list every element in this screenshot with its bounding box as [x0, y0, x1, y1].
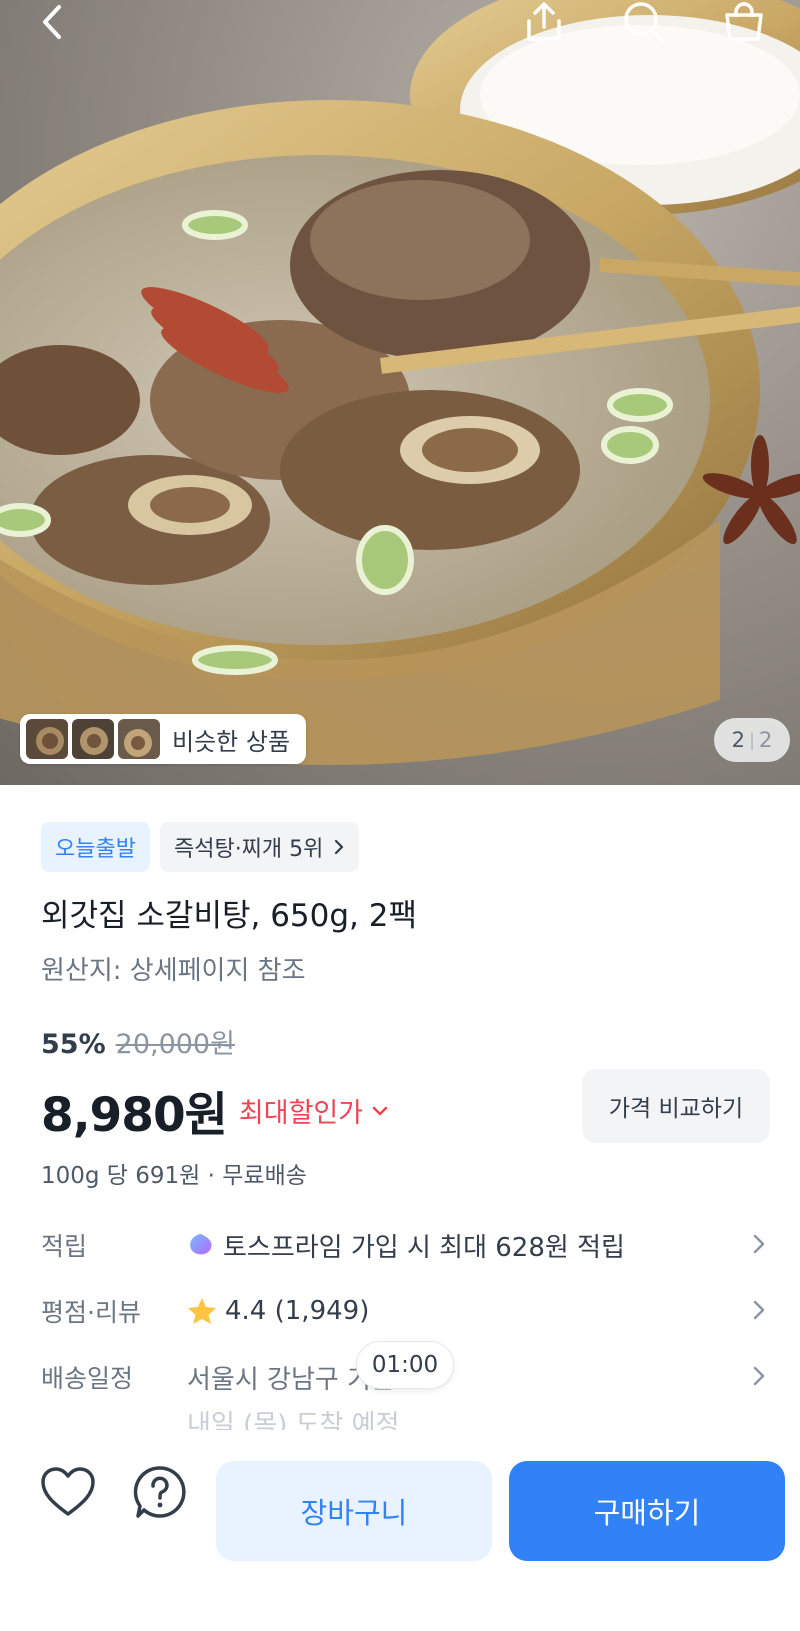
sale-price: 8,980원: [41, 1088, 228, 1143]
product-image-carousel[interactable]: 비슷한 상품 2 | 2: [0, 0, 800, 785]
page-indicator: 2 | 2: [714, 718, 790, 762]
category-ranking-link[interactable]: 즉석탕·찌개 5위: [159, 822, 360, 872]
chevron-right-icon: [753, 1366, 765, 1386]
max-discount-toggle[interactable]: 최대할인가: [239, 1091, 389, 1130]
similar-product-thumbnail: [118, 719, 160, 759]
rating-label: 평점·리뷰: [41, 1298, 141, 1327]
today-shipping-badge: 오늘출발: [41, 822, 150, 872]
price-row: 8,980원 최대할인가: [41, 1076, 389, 1145]
heart-icon[interactable]: [36, 1460, 100, 1524]
search-icon[interactable]: [616, 0, 672, 44]
share-icon[interactable]: [516, 0, 572, 44]
price-compare-button[interactable]: 가격 비교하기: [582, 1069, 770, 1143]
product-title: 외갓집 소갈비탕, 650g, 2팩: [41, 898, 417, 934]
page-total: 2: [759, 728, 773, 752]
delivery-eta: 내일 (목) 도착 예정: [187, 1410, 400, 1430]
similar-product-thumbnail: [72, 719, 114, 759]
points-value: 토스프라임 가입 시 최대 628원 적립: [223, 1232, 625, 1263]
back-icon[interactable]: [24, 0, 80, 44]
delivery-label: 배송일정: [41, 1364, 134, 1393]
unit-price-shipping: 100g 당 691원 · 무료배송: [41, 1163, 307, 1189]
add-to-cart-button[interactable]: 장바구니: [216, 1461, 492, 1561]
product-tags: 오늘출발 즉석탕·찌개 5위: [41, 822, 360, 872]
buy-now-button[interactable]: 구매하기: [509, 1461, 785, 1561]
page-separator: |: [748, 729, 756, 751]
bottom-action-bar: 장바구니 구매하기: [0, 1436, 800, 1631]
toss-prime-icon: [190, 1234, 212, 1255]
question-icon[interactable]: [128, 1460, 192, 1524]
chevron-right-icon: [753, 1234, 765, 1254]
star-icon: [188, 1298, 216, 1324]
original-price: 20,000원: [115, 1029, 235, 1060]
top-navigation: [0, 0, 800, 50]
points-label: 적립: [41, 1232, 88, 1261]
chevron-right-icon: [335, 839, 344, 855]
product-photo: [0, 0, 800, 765]
rating-value: 4.4 (1,949): [225, 1296, 370, 1326]
similar-products-button[interactable]: 비슷한 상품: [20, 714, 306, 764]
similar-product-thumbnail: [26, 719, 68, 759]
chevron-right-icon: [753, 1300, 765, 1320]
page-current: 2: [731, 728, 745, 752]
similar-products-label: 비슷한 상품: [172, 727, 291, 756]
max-discount-label: 최대할인가: [238, 1098, 364, 1129]
ranking-label: 즉석탕·찌개 5위: [173, 837, 324, 862]
points-row[interactable]: 적립 토스프라임 가입 시 최대 628원 적립: [0, 1220, 800, 1270]
rating-value-wrap: 4.4 (1,949): [187, 1296, 369, 1326]
discount-rate: 55%: [41, 1029, 106, 1060]
delivery-sub-row: 내일 (목) 도착 예정: [0, 1400, 800, 1430]
chevron-down-icon: [372, 1106, 388, 1115]
timer-toast: 01:00: [356, 1341, 454, 1389]
discount-row: 55% 20,000원: [41, 1022, 235, 1061]
points-value-wrap: 토스프라임 가입 시 최대 628원 적립: [187, 1227, 625, 1264]
cart-icon[interactable]: [716, 0, 772, 44]
rating-row[interactable]: 평점·리뷰 4.4 (1,949): [0, 1286, 800, 1336]
product-origin: 원산지: 상세페이지 참조: [41, 956, 306, 986]
